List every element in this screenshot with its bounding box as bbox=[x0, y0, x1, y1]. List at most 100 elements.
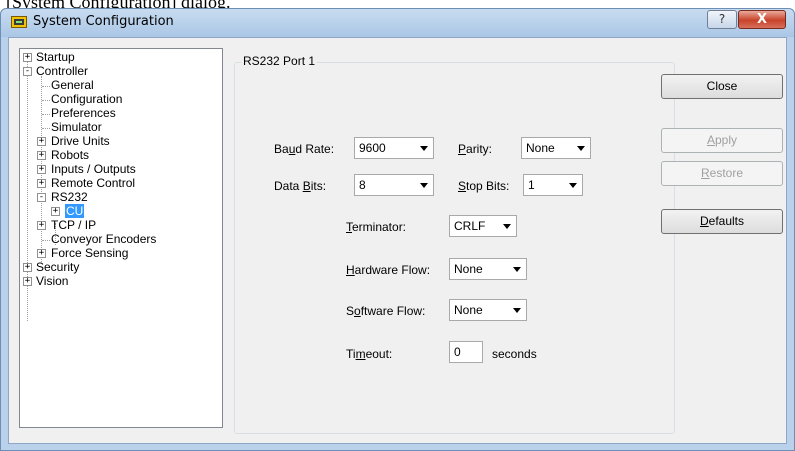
dropdown-arrow-icon bbox=[569, 183, 577, 188]
group-title: RS232 Port 1 bbox=[241, 54, 318, 68]
expand-icon[interactable]: + bbox=[23, 263, 32, 272]
tree-item-tcp-ip[interactable]: TCP / IP bbox=[51, 218, 96, 233]
tree-item-conveyor-encoders[interactable]: Conveyor Encoders bbox=[51, 232, 156, 247]
stop-bits-select[interactable]: 1 bbox=[523, 174, 583, 196]
label-text: Ti bbox=[346, 347, 356, 361]
dropdown-arrow-icon bbox=[420, 183, 428, 188]
tree-item-vision[interactable]: Vision bbox=[36, 274, 68, 289]
label-text: eout: bbox=[365, 347, 393, 361]
tree-item-label: CU bbox=[65, 204, 85, 218]
tree-item-label: TCP / IP bbox=[51, 218, 97, 232]
configuration-tree[interactable]: Startup + Controller - General Configura… bbox=[19, 48, 223, 428]
tree-item-simulator[interactable]: Simulator bbox=[51, 120, 102, 135]
selected-value: None bbox=[454, 262, 483, 276]
tree-item-label: Robots bbox=[51, 148, 90, 162]
tree-item-general[interactable]: General bbox=[51, 78, 94, 93]
rs232-port-group bbox=[234, 62, 675, 434]
label-text: d Rate: bbox=[295, 142, 335, 156]
tree-item-preferences[interactable]: Preferences bbox=[51, 106, 116, 121]
collapse-icon[interactable]: - bbox=[23, 67, 32, 76]
tree-item-configuration[interactable]: Configuration bbox=[51, 92, 122, 107]
title-bar[interactable]: System Configuration ? X bbox=[1, 9, 794, 37]
software-flow-select[interactable]: None bbox=[449, 299, 527, 321]
label-accelerator: o bbox=[354, 304, 361, 318]
tree-item-label: Drive Units bbox=[51, 134, 110, 148]
selected-value: 9600 bbox=[359, 141, 386, 155]
label-text: arity: bbox=[466, 142, 493, 156]
tree-branch-line bbox=[42, 114, 50, 115]
expand-icon[interactable]: + bbox=[37, 137, 46, 146]
stop-bits-label: Stop Bits: bbox=[458, 179, 509, 193]
expand-icon[interactable]: + bbox=[37, 249, 46, 258]
tree-item-controller[interactable]: Controller bbox=[36, 64, 88, 79]
tree-item-security[interactable]: Security bbox=[36, 260, 79, 275]
label-accelerator: P bbox=[458, 142, 467, 156]
close-window-button[interactable]: X bbox=[738, 10, 786, 29]
tree-item-force-sensing[interactable]: Force Sensing bbox=[51, 246, 128, 261]
parity-label: Parity: bbox=[458, 142, 492, 156]
restore-button[interactable]: Restore bbox=[661, 161, 783, 186]
dropdown-arrow-icon bbox=[420, 146, 428, 151]
window-title: System Configuration bbox=[33, 14, 174, 29]
timeout-unit-label: seconds bbox=[492, 347, 537, 361]
selected-value: None bbox=[454, 303, 483, 317]
hardware-flow-select[interactable]: None bbox=[449, 258, 527, 280]
selected-value: 8 bbox=[359, 178, 366, 192]
label-text: S bbox=[346, 304, 355, 318]
tree-branch-line bbox=[42, 100, 50, 101]
dialog-client-area: Startup + Controller - General Configura… bbox=[8, 37, 787, 444]
label-text: erminator: bbox=[352, 220, 407, 234]
button-text: estore bbox=[709, 166, 744, 180]
tree-item-robots[interactable]: Robots bbox=[51, 148, 89, 163]
tree-item-label: Configuration bbox=[51, 92, 123, 106]
data-bits-select[interactable]: 8 bbox=[354, 174, 434, 196]
tree-item-label: Simulator bbox=[51, 120, 102, 134]
selected-value: 1 bbox=[528, 178, 535, 192]
expand-icon[interactable]: + bbox=[51, 207, 60, 216]
tree-branch-line bbox=[42, 86, 50, 87]
tree-item-inputs-outputs[interactable]: Inputs / Outputs bbox=[51, 162, 136, 177]
tree-item-label: Remote Control bbox=[51, 176, 136, 190]
tree-item-drive-units[interactable]: Drive Units bbox=[51, 134, 110, 149]
tree-item-label: General bbox=[51, 78, 94, 92]
tree-item-label: Startup bbox=[36, 50, 75, 64]
tree-branch-line bbox=[42, 128, 50, 129]
tree-item-remote-control[interactable]: Remote Control bbox=[51, 176, 135, 191]
label-accelerator: B bbox=[302, 179, 311, 193]
tree-item-label: Force Sensing bbox=[51, 246, 129, 260]
defaults-button[interactable]: Defaults bbox=[661, 209, 783, 234]
timeout-input[interactable]: 0 bbox=[449, 341, 483, 363]
button-accelerator: D bbox=[699, 214, 709, 228]
tree-item-label: Preferences bbox=[51, 106, 116, 120]
dropdown-arrow-icon bbox=[513, 308, 521, 313]
terminator-select[interactable]: CRLF bbox=[449, 215, 517, 237]
dropdown-arrow-icon bbox=[503, 224, 511, 229]
selected-value: None bbox=[526, 141, 555, 155]
parity-select[interactable]: None bbox=[521, 137, 591, 159]
expand-icon[interactable]: + bbox=[37, 221, 46, 230]
expand-icon[interactable]: + bbox=[37, 151, 46, 160]
label-text: Data bbox=[274, 179, 303, 193]
close-button[interactable]: Close bbox=[661, 74, 783, 99]
tree-item-label: Security bbox=[36, 260, 80, 274]
tree-item-cu[interactable]: CU bbox=[65, 204, 85, 219]
expand-icon[interactable]: + bbox=[37, 165, 46, 174]
expand-icon[interactable]: + bbox=[23, 53, 32, 62]
label-text: top Bits: bbox=[466, 179, 510, 193]
timeout-label: Timeout: bbox=[346, 347, 392, 361]
collapse-icon[interactable]: - bbox=[37, 193, 46, 202]
label-text: ftware Flow: bbox=[360, 304, 426, 318]
expand-icon[interactable]: + bbox=[23, 277, 32, 286]
tree-branch-line bbox=[42, 240, 50, 241]
label-text: ardware Flow: bbox=[354, 263, 431, 277]
system-configuration-window: System Configuration ? X Startup + Contr… bbox=[0, 8, 795, 451]
tree-item-rs232[interactable]: RS232 bbox=[51, 190, 88, 205]
expand-icon[interactable]: + bbox=[37, 179, 46, 188]
label-accelerator: S bbox=[458, 179, 467, 193]
tree-item-label: Vision bbox=[36, 274, 69, 288]
baud-rate-select[interactable]: 9600 bbox=[354, 137, 434, 159]
label-accelerator: m bbox=[355, 347, 366, 361]
help-button[interactable]: ? bbox=[707, 10, 737, 29]
tree-item-startup[interactable]: Startup bbox=[36, 50, 75, 65]
apply-button[interactable]: Apply bbox=[661, 128, 783, 153]
